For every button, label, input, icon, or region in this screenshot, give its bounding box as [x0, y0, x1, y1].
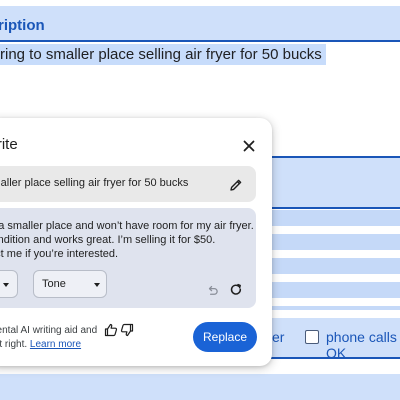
disclaimer-text: et it right. Learn more [0, 339, 81, 350]
pencil-icon [230, 179, 242, 191]
contact-option-label: er [272, 329, 285, 345]
help-me-write-dialog: write smaller place selling air fryer fo… [0, 118, 272, 366]
disclaimer-text: imental AI writing aid and [0, 325, 98, 336]
thumbs-down-icon [120, 323, 134, 337]
prompt-field[interactable]: smaller place selling air fryer for 50 b… [0, 166, 256, 202]
chevron-down-icon [94, 283, 100, 287]
close-icon [243, 140, 255, 152]
generated-text-line: to a smaller place and won’t have room f… [0, 220, 254, 232]
dialog-title: write [0, 136, 18, 153]
tone-select-label: Tone [42, 278, 66, 290]
generated-text-line: tact me if you’re interested. [0, 248, 119, 260]
generated-text-panel: to a smaller place and won’t have room f… [0, 208, 256, 308]
tone-select[interactable]: Tone [33, 270, 107, 298]
description-label: ription [0, 17, 45, 34]
description-text[interactable]: ring to smaller place selling air fryer … [0, 44, 326, 65]
description-header: ription [0, 6, 400, 42]
phone-calls-checkbox[interactable] [305, 330, 319, 344]
close-button[interactable] [238, 135, 260, 157]
refresh-icon [230, 283, 242, 295]
undo-icon [208, 285, 218, 295]
form-footer-band [0, 374, 400, 400]
replace-button[interactable]: Replace [193, 322, 257, 352]
generated-text-line: condition and works great. I’m selling i… [0, 234, 216, 246]
learn-more-link[interactable]: Learn more [30, 339, 81, 350]
length-select[interactable] [0, 270, 18, 298]
undo-button[interactable] [203, 281, 221, 299]
chevron-down-icon [3, 283, 9, 287]
thumbs-down-button[interactable] [118, 321, 136, 339]
thumbs-up-icon [104, 323, 118, 337]
refresh-button[interactable] [227, 281, 245, 299]
disclaimer-text-end: et it right. [0, 339, 28, 350]
edit-prompt-button[interactable] [226, 175, 246, 195]
prompt-text: smaller place selling air fryer for 50 b… [0, 177, 189, 189]
